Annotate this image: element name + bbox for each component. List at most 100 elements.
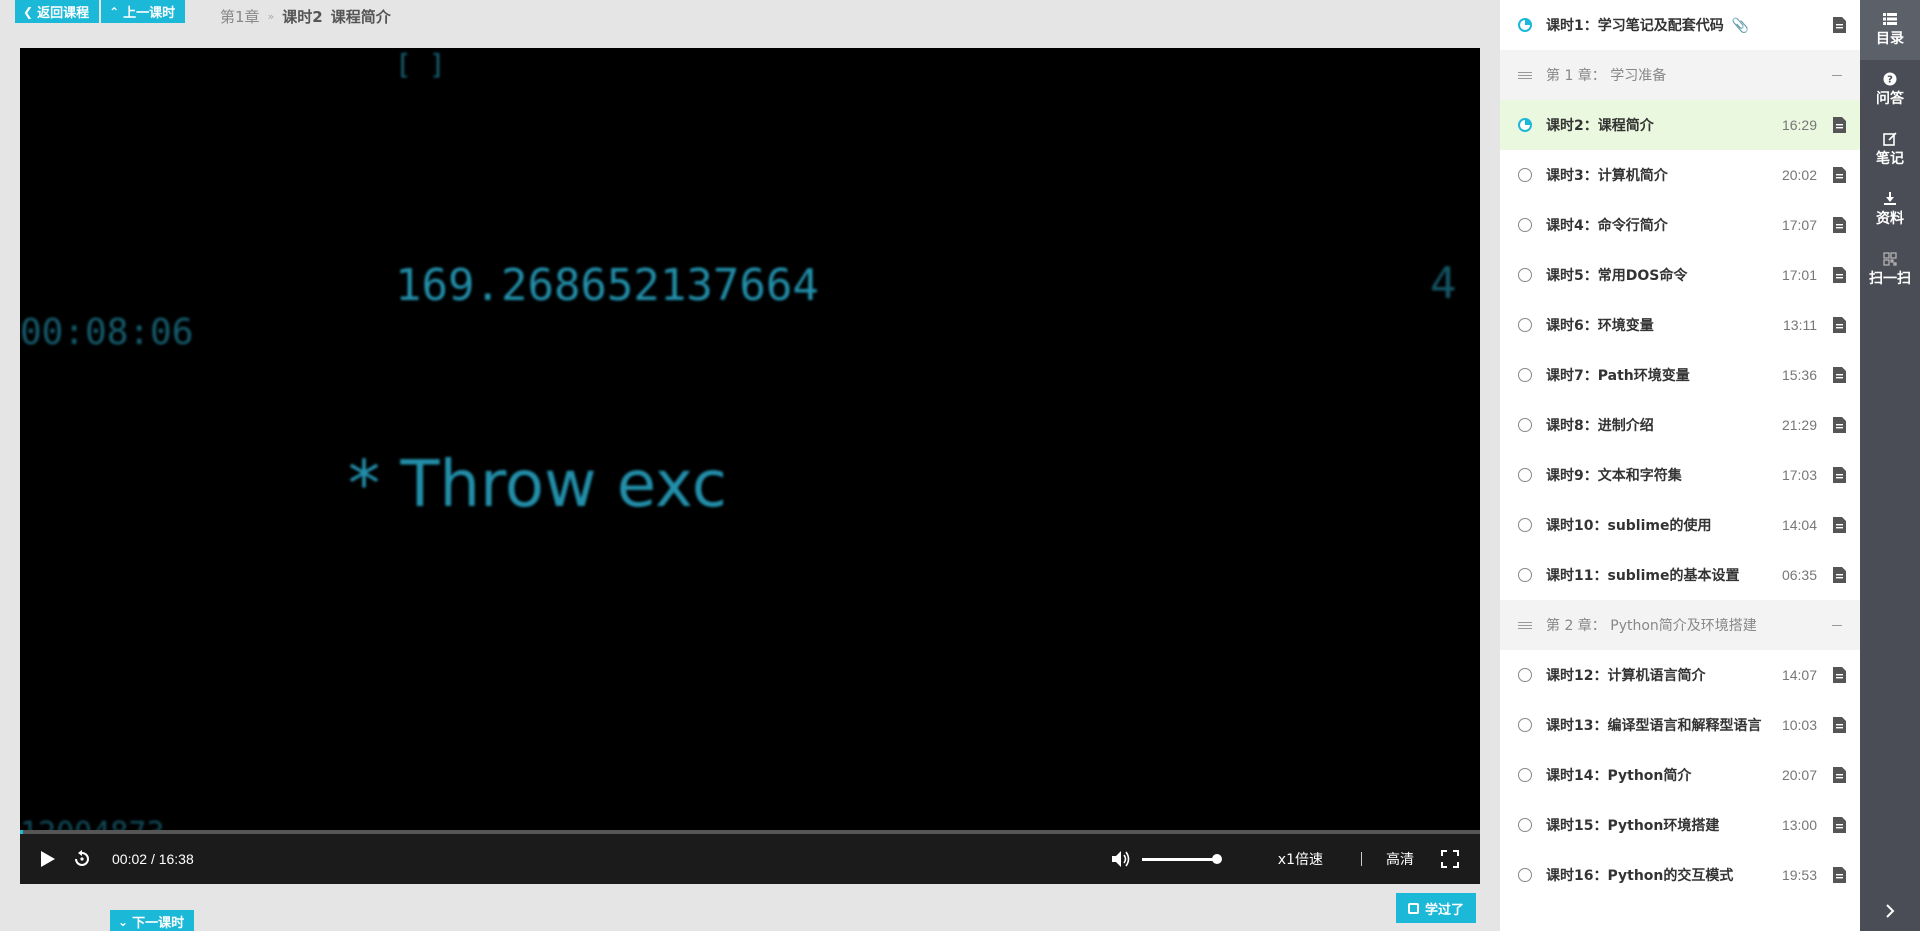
volume-button[interactable] [1110, 848, 1132, 870]
lesson-title: 课时15：Python环境搭建 [1546, 815, 1782, 835]
attachment-icon: 📎 [1731, 18, 1750, 34]
lesson-status-icon [1518, 318, 1532, 332]
list-icon [1883, 13, 1897, 25]
toolbar-qa-label: 问答 [1876, 91, 1904, 107]
toolbar-materials-button[interactable]: 资料 [1860, 180, 1920, 240]
lesson-title-text: 课时13：编译型语言和解释型语言 [1546, 718, 1762, 734]
play-icon [41, 851, 55, 867]
quality-button[interactable]: 高清 [1386, 849, 1414, 869]
chevron-down-icon: ⌄ [118, 914, 129, 929]
lesson-title-text: 课时1：学习笔记及配套代码 [1546, 18, 1724, 34]
lesson-item[interactable]: 课时14：Python简介 20:07 [1500, 750, 1860, 800]
lesson-item[interactable]: 课时12：计算机语言简介 14:07 [1500, 650, 1860, 700]
lesson-title: 课时1：学习笔记及配套代码 📎 [1546, 15, 1817, 35]
lesson-title: 课时11：sublime的基本设置 [1546, 565, 1782, 585]
lesson-duration: 17:07 [1781, 217, 1817, 233]
video-player[interactable]: [ ] 169.268652137664 00:08:06 * Throw ex… [20, 48, 1480, 884]
lesson-title: 课时14：Python简介 [1546, 765, 1782, 785]
lesson-item[interactable]: 课时6：环境变量 13:11 [1500, 300, 1860, 350]
lesson-duration: 20:02 [1781, 167, 1817, 183]
play-button[interactable] [38, 849, 58, 869]
time-current: 00:02 [112, 851, 148, 867]
mark-learned-button[interactable]: 学过了 [1396, 893, 1477, 923]
controls-divider [1361, 852, 1362, 866]
back-to-course-button[interactable]: ❮ 返回课程 [15, 0, 100, 23]
chapter-title: 第 1 章： 学习准备 [1546, 68, 1667, 84]
chapter-header[interactable]: 第 2 章： Python简介及环境搭建 [1500, 600, 1860, 650]
document-icon [1833, 267, 1846, 283]
lesson-status-icon [1518, 168, 1532, 182]
lesson-item[interactable]: 课时3：计算机简介 20:02 [1500, 150, 1860, 200]
lesson-title: 课时7：Path环境变量 [1546, 365, 1782, 385]
document-icon [1833, 467, 1846, 483]
lesson-status-icon [1518, 118, 1532, 132]
collapse-icon[interactable] [1832, 74, 1842, 76]
toolbar-qa-button[interactable]: ? 问答 [1860, 60, 1920, 120]
breadcrumb-lesson: 课时2 [282, 8, 323, 26]
lesson-title-text: 课时11：sublime的基本设置 [1546, 568, 1740, 584]
lesson-item[interactable]: 课时15：Python环境搭建 13:00 [1500, 800, 1860, 850]
prev-lesson-button[interactable]: ⌃ 上一课时 [101, 0, 186, 23]
lesson-title-text: 课时7：Path环境变量 [1546, 368, 1690, 384]
lesson-title: 课时16：Python的交互模式 [1546, 865, 1782, 885]
lesson-title-text: 课时4：命令行简介 [1546, 218, 1668, 234]
chapter-header[interactable]: 第 1 章： 学习准备 [1500, 50, 1860, 100]
lesson-item[interactable]: 课时5：常用DOS命令 17:01 [1500, 250, 1860, 300]
toolbar-notes-button[interactable]: 笔记 [1860, 120, 1920, 180]
document-icon [1833, 167, 1846, 183]
toolbar-materials-label: 资料 [1876, 211, 1904, 227]
lesson-title-text: 课时6：环境变量 [1546, 318, 1654, 334]
breadcrumb-chapter[interactable]: 第1章 [220, 6, 260, 27]
breadcrumb: 第1章 » 课时2 课程简介 [220, 6, 391, 27]
lesson-item[interactable]: 课时8：进制介绍 21:29 [1500, 400, 1860, 450]
breadcrumb-title: 课程简介 [330, 8, 391, 26]
toolbar-catalog-button[interactable]: 目录 [1860, 0, 1920, 60]
document-icon [1833, 717, 1846, 733]
volume-slider-knob[interactable] [1211, 853, 1222, 864]
lesson-status-icon [1518, 368, 1532, 382]
mark-learned-label: 学过了 [1425, 902, 1465, 918]
lesson-duration: 15:36 [1781, 367, 1817, 383]
lesson-status-icon [1518, 518, 1532, 532]
volume-icon [1111, 851, 1130, 867]
lesson-title-text: 课时2：课程简介 [1546, 118, 1654, 134]
lesson-title: 课时13：编译型语言和解释型语言 [1546, 715, 1782, 735]
lesson-duration: 19:53 [1781, 867, 1817, 883]
lesson-item[interactable]: 课时4：命令行简介 17:07 [1500, 200, 1860, 250]
collapse-icon[interactable] [1832, 624, 1842, 626]
lesson-title: 课时5：常用DOS命令 [1546, 265, 1782, 285]
lesson-duration: 20:07 [1781, 767, 1817, 783]
lesson-item[interactable]: 课时7：Path环境变量 15:36 [1500, 350, 1860, 400]
lesson-status-icon [1518, 768, 1532, 782]
chapter-lines-icon [1518, 620, 1532, 631]
top-bar: ❮ 返回课程 ⌃ 上一课时 [15, 0, 187, 23]
lesson-title: 课时3：计算机简介 [1546, 165, 1782, 185]
document-icon [1833, 317, 1846, 333]
lesson-item[interactable]: 课时9：文本和字符集 17:03 [1500, 450, 1860, 500]
chevron-right-icon [1886, 904, 1895, 918]
toolbar-scan-button[interactable]: 扫一扫 [1860, 240, 1920, 300]
chevron-left-icon: ❮ [23, 4, 34, 19]
back-to-course-label: 返回课程 [37, 6, 90, 21]
lesson-item[interactable]: 课时2：课程简介 16:29 [1500, 100, 1860, 150]
lesson-item[interactable]: 课时13：编译型语言和解释型语言 10:03 [1500, 700, 1860, 750]
replay-button[interactable] [70, 847, 94, 871]
speed-button[interactable]: x1倍速 [1278, 849, 1323, 869]
lesson-item[interactable]: 课时16：Python的交互模式 19:53 [1500, 850, 1860, 900]
next-lesson-button[interactable]: ⌄ 下一课时 [110, 910, 195, 931]
svg-text:?: ? [1887, 75, 1893, 86]
next-lesson-label: 下一课时 [132, 916, 185, 931]
lesson-item[interactable]: 课时10：sublime的使用 14:04 [1500, 500, 1860, 550]
volume-slider[interactable] [1141, 853, 1222, 864]
lesson-item[interactable]: 课时11：sublime的基本设置 06:35 [1500, 550, 1860, 600]
video-controls: 00:02 / 16:38 x1倍速 高清 [20, 834, 1480, 884]
lesson-item[interactable]: 课时1：学习笔记及配套代码 📎 [1500, 0, 1860, 50]
lesson-title: 课时4：命令行简介 [1546, 215, 1782, 235]
fullscreen-button[interactable] [1440, 849, 1460, 869]
time-total: 16:38 [158, 851, 194, 867]
toolbar-collapse-button[interactable] [1860, 899, 1920, 923]
chevron-up-icon: ⌃ [109, 4, 120, 19]
chapter-title: 第 2 章： Python简介及环境搭建 [1546, 618, 1757, 634]
lesson-duration: 14:04 [1781, 517, 1817, 533]
document-icon [1833, 117, 1846, 133]
